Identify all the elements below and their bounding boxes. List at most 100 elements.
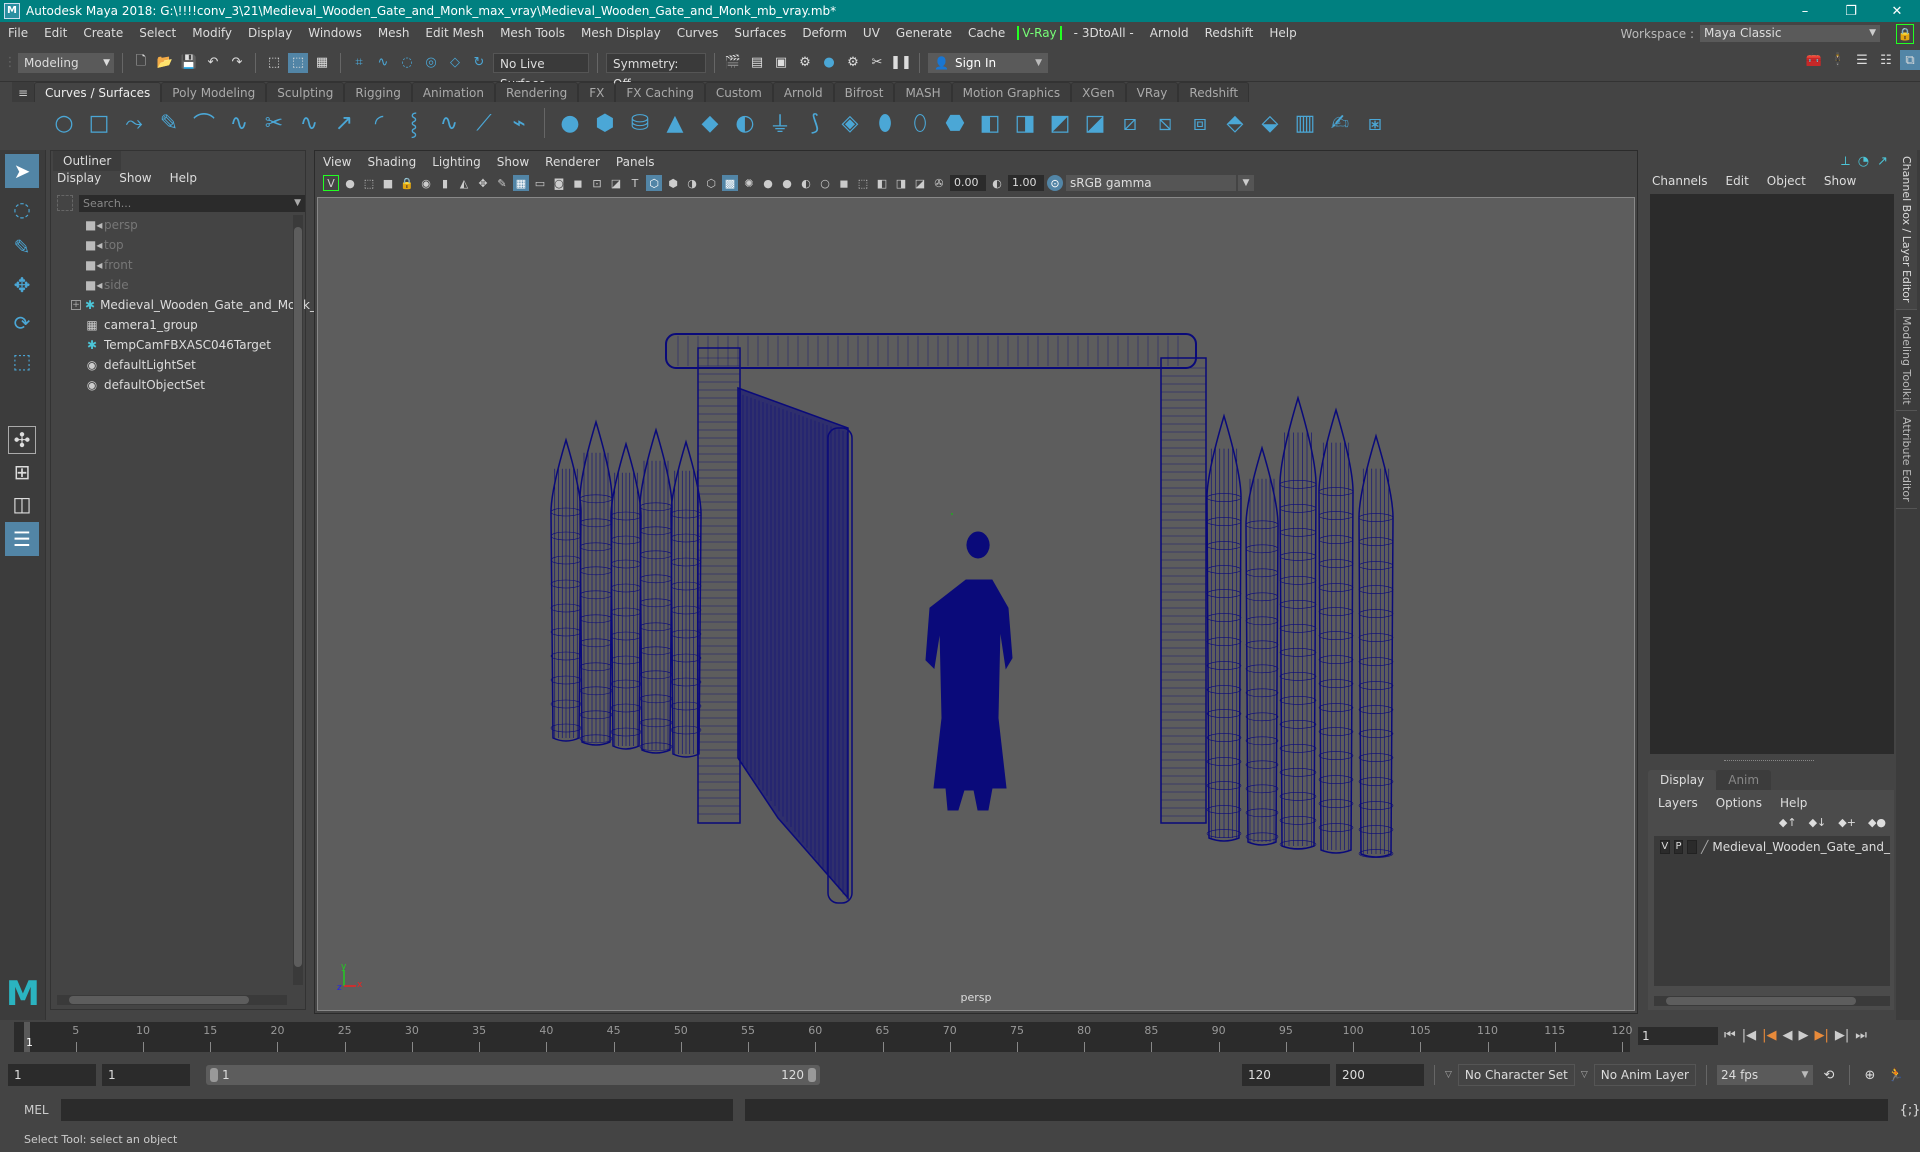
range-start-handle[interactable] [210, 1068, 218, 1082]
move-layer-down-icon[interactable]: ◆↓ [1809, 816, 1827, 829]
channel-box-icon[interactable]: ⧉ [1900, 50, 1920, 70]
extend-curve-icon[interactable]: ↗ [330, 109, 358, 137]
shelf-tab-motion-graphics[interactable]: Motion Graphics [951, 82, 1072, 102]
view-transform-dropdown[interactable]: sRGB gamma [1066, 175, 1254, 191]
new-layer-icon[interactable]: ◆+ [1838, 816, 1856, 829]
step-back-frame-icon[interactable]: |◀ [1742, 1028, 1756, 1043]
sign-in-button[interactable]: 👤 Sign In [928, 52, 1048, 73]
workspace-dropdown[interactable]: Maya Classic [1700, 25, 1880, 42]
attach-curves-icon[interactable]: ∿ [225, 109, 253, 137]
menu-create[interactable]: Create [75, 26, 131, 40]
default-material-icon[interactable]: ◑ [684, 175, 700, 191]
pause-viewport-icon[interactable]: ❚❚ [890, 53, 912, 73]
curve-editing-icon[interactable]: ⟋ [470, 109, 498, 137]
insert-isoparm-icon[interactable]: ⬘ [1221, 109, 1249, 137]
tab-anim[interactable]: Anim [1716, 770, 1772, 790]
command-input[interactable] [60, 1099, 733, 1121]
channel-box-menu-show[interactable]: Show [1824, 174, 1856, 188]
tool-settings-icon[interactable]: ☷ [1876, 50, 1896, 70]
go-to-end-icon[interactable]: ⏭ [1855, 1028, 1867, 1043]
nurbs-cone-icon[interactable]: ▲ [661, 109, 689, 137]
shelf-tab-bifrost[interactable]: Bifrost [833, 82, 895, 102]
layer-row[interactable]: V P ╱ Medieval_Wooden_Gate_and_ [1654, 836, 1890, 858]
render-current-frame-icon[interactable]: 🎬 [723, 53, 743, 73]
channel-box-menu-object[interactable]: Object [1767, 174, 1806, 188]
menu-deform[interactable]: Deform [794, 26, 855, 40]
field-chart-icon[interactable]: ⊡ [589, 175, 605, 191]
outliner-item[interactable]: ■◂ side [51, 275, 295, 295]
safe-title-icon[interactable]: T [627, 175, 643, 191]
persp-outliner-layout-icon[interactable]: ◫ [8, 490, 36, 518]
textured-icon[interactable]: ▩ [722, 175, 738, 191]
fps-dropdown[interactable]: 24 fps [1717, 1065, 1813, 1085]
layer-visibility-toggle[interactable]: V [1660, 840, 1670, 854]
step-back-key-icon[interactable]: |◀ [1762, 1028, 1776, 1043]
sphere-icon[interactable]: ● [342, 175, 358, 191]
shelf-tab-vray[interactable]: VRay [1125, 82, 1179, 102]
vray-toggle-icon[interactable]: V [323, 175, 339, 191]
cv-curve-icon[interactable]: ⤳ [120, 109, 148, 137]
command-language-label[interactable]: MEL [24, 1103, 49, 1117]
menu-uv[interactable]: UV [855, 26, 888, 40]
rotate-tool-icon[interactable]: ⟳ [5, 306, 39, 340]
rebuild-surface-icon[interactable]: ▥ [1291, 109, 1319, 137]
nurbs-cylinder-icon[interactable]: ⛁ [626, 109, 654, 137]
hypershade-icon[interactable]: ● [819, 53, 839, 73]
exposure-field[interactable]: 0.00 [950, 175, 986, 191]
pencil-curve-icon[interactable]: ✎ [155, 109, 183, 137]
character-set-arrow-icon[interactable]: ▽ [1445, 1070, 1452, 1080]
live-surface-field[interactable]: No Live Surface [493, 52, 589, 91]
expand-icon[interactable]: + [71, 300, 81, 310]
outliner-item[interactable]: ✱ TempCamFBXASC046Target [51, 335, 295, 355]
outliner-layout-icon[interactable]: ☰ [5, 522, 39, 556]
birail-icon[interactable]: ⬯ [906, 109, 934, 137]
nurbs-circle-icon[interactable]: ○ [50, 109, 78, 137]
modeling-toolkit-icon[interactable]: 🧰 [1804, 50, 1824, 70]
outliner-item[interactable]: ▦ camera1_group [51, 315, 295, 335]
wireframe-on-shaded-icon[interactable]: ⬡ [703, 175, 719, 191]
layer-name[interactable]: Medieval_Wooden_Gate_and_ [1712, 840, 1890, 854]
color-management-toggle-icon[interactable]: ⊙ [1047, 175, 1063, 191]
script-editor-icon[interactable]: {;} [1900, 1100, 1920, 1120]
light-editor-icon[interactable]: ✂ [867, 53, 887, 73]
camera-icon[interactable]: ■ [380, 175, 396, 191]
snap-grid-icon[interactable]: ⌗ [349, 53, 369, 73]
menu-display[interactable]: Display [240, 26, 300, 40]
new-layer-selected-icon[interactable]: ◆● [1868, 816, 1886, 829]
resize-handle[interactable] [1724, 760, 1814, 761]
shelf-tab-sculpting[interactable]: Sculpting [266, 82, 345, 102]
rebuild-curve-icon[interactable]: ⸾ [400, 109, 428, 137]
shelf-menu-icon[interactable]: ≡ [12, 86, 34, 100]
render-setup-icon[interactable]: ⚙ [843, 53, 863, 73]
nurbs-torus-icon[interactable]: ◐ [731, 109, 759, 137]
tab-display[interactable]: Display [1648, 770, 1717, 790]
channel-box-menu-channels[interactable]: Channels [1652, 174, 1708, 188]
anti-aliasing-icon[interactable]: ○ [817, 175, 833, 191]
menu-redshift[interactable]: Redshift [1197, 26, 1262, 40]
outliner-search-input[interactable]: Search... [79, 195, 305, 212]
outliner-item[interactable]: ■◂ top [51, 235, 295, 255]
bezier-curve-icon[interactable]: ⌁ [505, 109, 533, 137]
viewport-menu-shading[interactable]: Shading [367, 155, 416, 169]
ipr-render-icon[interactable]: ▣ [771, 53, 791, 73]
gate-mask-icon[interactable]: ◼ [570, 175, 586, 191]
close-button[interactable]: ✕ [1874, 4, 1920, 19]
outliner-menu-help[interactable]: Help [170, 171, 197, 185]
character-controls-icon[interactable]: 🕴 [1828, 50, 1848, 70]
select-hierarchy-icon[interactable]: ⬚ [264, 53, 284, 73]
snap-view-plane-icon[interactable]: ◎ [421, 53, 441, 73]
snap-curve-icon[interactable]: ∿ [373, 53, 393, 73]
add-points-icon[interactable]: ∿ [435, 109, 463, 137]
sculpt-surface-icon[interactable]: ✍ [1326, 109, 1354, 137]
select-camera-icon[interactable]: ⬚ [361, 175, 377, 191]
loop-icon[interactable]: ⟲ [1819, 1065, 1839, 1085]
shadows-icon[interactable]: ● [760, 175, 776, 191]
channel-box-menu-edit[interactable]: Edit [1726, 174, 1749, 188]
paint-select-tool-icon[interactable]: ✎ [5, 230, 39, 264]
safe-action-icon[interactable]: ◪ [608, 175, 624, 191]
nurbs-plane-icon[interactable]: ◆ [696, 109, 724, 137]
character-set-dropdown[interactable]: No Character Set [1457, 1064, 1575, 1086]
nurbs-square-icon[interactable]: □ [85, 109, 113, 137]
attach-surface-icon[interactable]: ⧈ [1186, 109, 1214, 137]
shelf-tab-poly-modeling[interactable]: Poly Modeling [161, 82, 267, 102]
